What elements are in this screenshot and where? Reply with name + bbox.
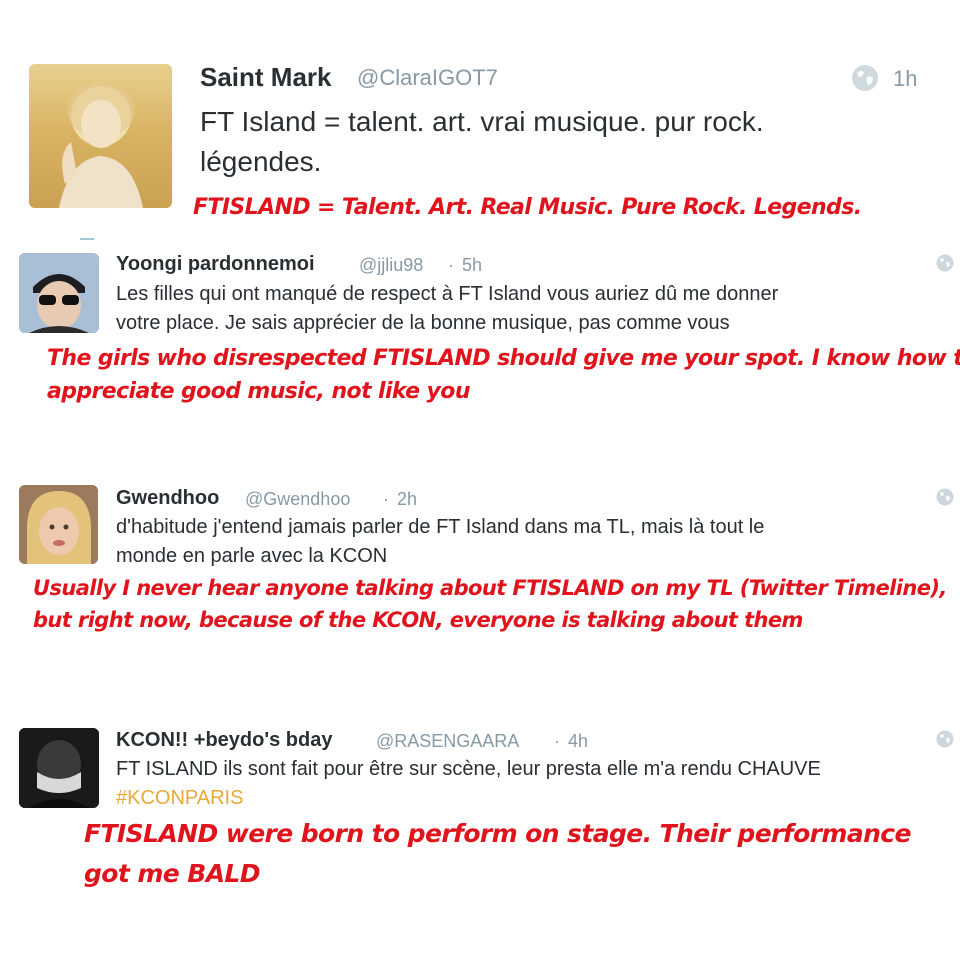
separator-dot: · [554,731,560,751]
separator-dot: · [383,489,389,509]
tweet-text-line: FT Island = talent. art. vrai musique. p… [200,106,764,137]
separator-dot: · [448,255,454,275]
translation-line: Usually I never hear anyone talking abou… [33,576,947,600]
author-name[interactable]: Gwendhoo [116,487,219,510]
tweet-3: Gwendhoo @Gwendhoo · 2h d'habitude j'ent… [0,470,960,690]
author-handle[interactable]: @Gwendhoo [245,489,350,510]
tweet-time[interactable]: 1h [893,66,917,92]
tweet-text-line: légendes. [200,146,322,177]
avatar-golden-portrait-icon [59,82,143,208]
tweet-2: Yoongi pardonnemoi @jjliu98 · 5h Les fil… [0,240,960,460]
author-name[interactable]: Yoongi pardonnemoi [116,253,315,276]
tweet-time[interactable]: 5h [462,255,482,276]
avatar-sunglasses-cap-icon [19,253,99,333]
author-name[interactable]: Saint Mark [200,62,332,93]
tweet-text-line: d'habitude j'entend jamais parler de FT … [116,516,765,538]
author-handle[interactable]: @jjliu98 [359,255,423,276]
translation-line: appreciate good music, not like you [47,379,470,404]
translation-line: FTISLAND were born to perform on stage. … [84,819,911,848]
translation-line: but right now, because of the KCON, ever… [33,608,803,632]
tweet-4: KCON!! +beydo's bday @RASENGAARA · 4h FT… [0,712,960,960]
tweet-time[interactable]: 4h [568,731,588,752]
globe-icon [935,253,955,278]
avatar-dark-mask-icon [19,728,99,808]
globe-icon [935,487,955,512]
avatar[interactable] [19,728,99,808]
globe-icon [850,63,880,98]
hashtag-link[interactable]: #KCONPARIS [116,787,243,810]
globe-icon [935,729,955,754]
author-handle[interactable]: @ClaraIGOT7 [357,65,498,91]
author-handle[interactable]: @RASENGAARA [376,731,519,752]
translation-line: got me BALD [84,859,261,888]
translation-line: The girls who disrespected FTISLAND shou… [47,346,960,371]
avatar[interactable] [19,253,99,333]
avatar[interactable] [29,64,172,208]
tweet-text-line: votre place. Je sais apprécier de la bon… [116,312,730,334]
tweet-time[interactable]: 2h [397,489,417,510]
tweet-text-line: Les filles qui ont manqué de respect à F… [116,283,779,305]
translation-line: FTISLAND = Talent. Art. Real Music. Pure… [193,195,862,220]
author-name[interactable]: KCON!! +beydo's bday [116,729,332,752]
tweet-text-line: monde en parle avec la KCON [116,545,388,567]
avatar-blonde-icon [19,485,98,564]
avatar[interactable] [19,485,98,564]
tweet-text-line: FT ISLAND ils sont fait pour être sur sc… [116,758,821,780]
tweet-1: Saint Mark @ClaraIGOT7 1h FT Island = ta… [0,0,960,240]
